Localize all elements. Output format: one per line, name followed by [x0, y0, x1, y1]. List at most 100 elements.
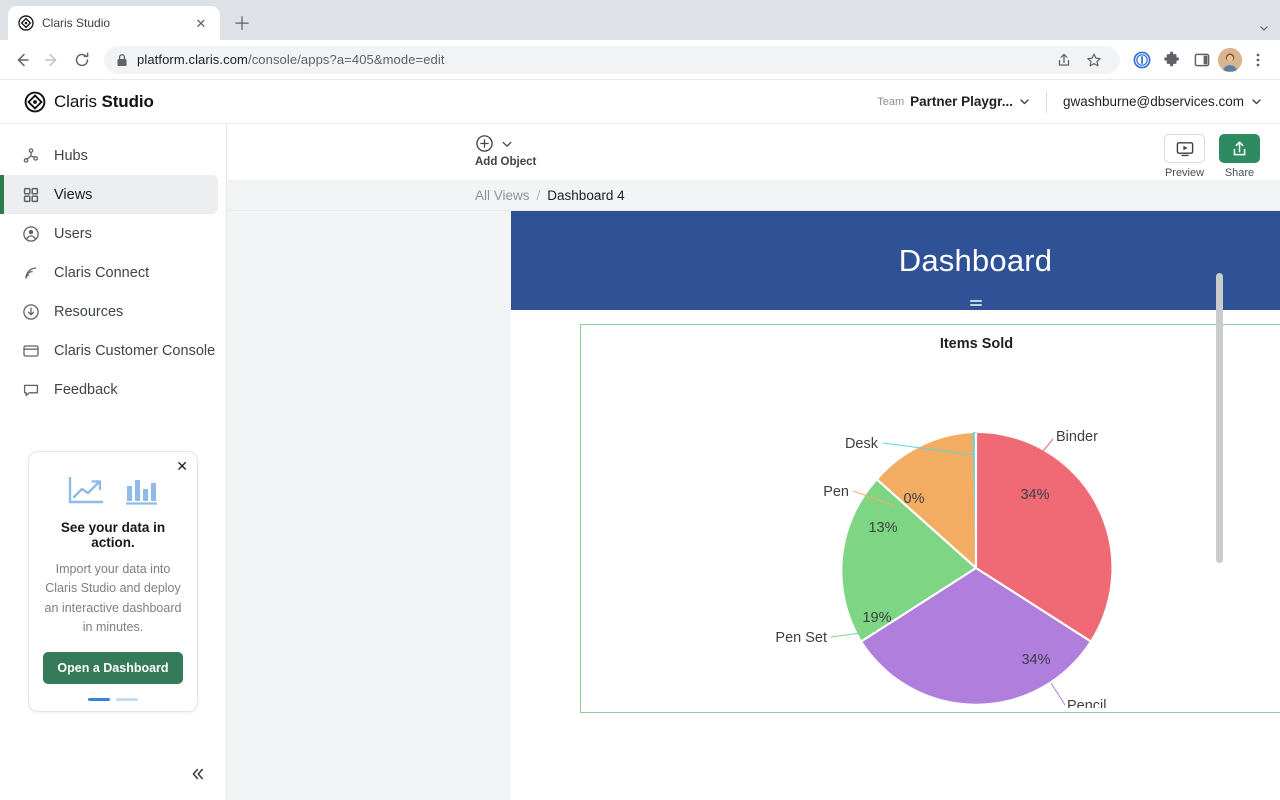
breadcrumb: All Views / Dashboard 4 — [227, 181, 1280, 211]
open-a-dashboard-button[interactable]: Open a Dashboard — [43, 651, 183, 684]
chart-title: Items Sold — [939, 336, 1014, 352]
side-panel-icon[interactable] — [1188, 46, 1216, 74]
sidebar-item-label: Hubs — [54, 147, 88, 164]
brand[interactable]: Claris Studio — [24, 91, 154, 113]
sidebar-item-feedback[interactable]: Feedback — [0, 370, 218, 409]
sidebar-item-label: Claris Customer Console — [54, 342, 216, 359]
object-toolbar: Add Object Preview Share — [227, 124, 1280, 181]
hubs-share-icon — [22, 147, 40, 165]
sidebar-item-claris-customer-console[interactable]: Claris Customer Console — [0, 331, 218, 370]
preview-button[interactable]: Preview — [1164, 134, 1205, 179]
sidebar-item-label: Users — [54, 225, 92, 242]
user-email: gwashburne@dbservices.com — [1062, 94, 1244, 109]
monitor-play-icon — [1164, 134, 1205, 163]
chart-card[interactable]: Items Sold Binder Desk Pen Pen Set Penci… — [580, 324, 1280, 713]
arrow-right-icon[interactable] — [38, 46, 66, 74]
dashboard-canvas: Dashboard Items Sold Binder Desk Pen Pen… — [511, 211, 1280, 800]
sidebar-item-label: Claris Connect — [54, 264, 150, 281]
divider — [1045, 90, 1047, 113]
sidebar-item-hubs[interactable]: Hubs — [0, 136, 218, 175]
sidebar-item-label: Views — [54, 186, 93, 203]
claris-logo-icon — [18, 15, 34, 31]
url-text: platform.claris.com/console/apps?a=405&m… — [137, 52, 445, 67]
team-label: Team — [877, 95, 905, 108]
dashboard-banner[interactable]: Dashboard — [511, 211, 1280, 310]
window-icon — [22, 342, 40, 360]
claris-studio-app: Claris Studio Team Partner Playgr... gwa… — [0, 80, 1280, 800]
plus-circle-icon[interactable] — [475, 134, 494, 153]
close-icon[interactable]: ✕ — [192, 14, 210, 32]
add-object-control[interactable]: Add Object — [475, 134, 536, 168]
bar-chart-icon — [124, 476, 158, 506]
rss-signal-icon — [22, 264, 40, 282]
sidebar-item-label: Resources — [54, 303, 124, 320]
sidebar-item-views[interactable]: Views — [0, 175, 218, 214]
password-manager-icon[interactable] — [1128, 46, 1156, 74]
three-dots-vertical-icon[interactable] — [1244, 46, 1272, 74]
chevron-down-icon[interactable] — [501, 138, 513, 150]
pie-value-binder: 34% — [1020, 487, 1049, 503]
promo-title: See your data in action. — [60, 520, 166, 550]
pie-value-pencil: 34% — [1021, 652, 1050, 668]
breadcrumb-all-views[interactable]: All Views — [475, 188, 530, 203]
leader-line-pencil — [1050, 682, 1066, 706]
user-avatar[interactable] — [1218, 47, 1242, 72]
pie-label-pencil: Pencil — [1067, 698, 1107, 708]
breadcrumb-separator: / — [536, 188, 541, 203]
add-object-label: Add Object — [475, 156, 537, 168]
team-selector[interactable]: Team Partner Playgr... — [877, 94, 1030, 109]
share-icon[interactable] — [1050, 46, 1078, 74]
close-icon[interactable]: ✕ — [176, 459, 188, 473]
sidebar-item-claris-connect[interactable]: Claris Connect — [0, 253, 218, 292]
sidebar-item-label: Feedback — [54, 381, 118, 398]
new-tab-button[interactable]: ＋ — [228, 9, 256, 37]
brand-text: Claris Studio — [54, 91, 154, 111]
star-icon[interactable] — [1080, 46, 1108, 74]
chevron-down-icon[interactable] — [1258, 22, 1270, 34]
canvas-scrollbar-thumb[interactable] — [1216, 273, 1223, 563]
pagination-dot-1[interactable] — [88, 697, 110, 701]
pie-label-binder: Binder — [1056, 429, 1098, 445]
team-name: Partner Playgr... — [910, 94, 1013, 109]
address-bar[interactable]: platform.claris.com/console/apps?a=405&m… — [104, 45, 1120, 74]
line-chart-arrow-icon — [68, 476, 106, 506]
share-label: Share — [1224, 167, 1255, 179]
chevron-down-icon — [1251, 96, 1262, 107]
share-button[interactable]: Share — [1219, 134, 1260, 179]
views-grid-icon — [22, 186, 40, 204]
promo-body: Import your data into Claris Studio and … — [44, 562, 182, 635]
breadcrumb-current: Dashboard 4 — [547, 188, 625, 203]
browser-toolbar: platform.claris.com/console/apps?a=405&m… — [0, 40, 1280, 80]
main-content: Add Object Preview Share All Views / Das… — [227, 124, 1280, 800]
extensions-puzzle-icon[interactable] — [1158, 46, 1186, 74]
download-circle-icon — [22, 303, 40, 321]
promo-card: ✕ See your data in action. Import your d… — [28, 451, 198, 712]
arrow-left-icon[interactable] — [8, 46, 36, 74]
pie-value-pen: 13% — [868, 520, 897, 536]
chevron-down-icon — [1019, 96, 1030, 107]
canvas-scroll-area[interactable]: Dashboard Items Sold Binder Desk Pen Pen… — [227, 211, 1280, 800]
tab-title: Claris Studio — [42, 16, 111, 30]
app-header: Claris Studio Team Partner Playgr... gwa… — [0, 80, 1280, 124]
pagination-dot-2[interactable] — [116, 697, 138, 701]
browser-window: Claris Studio ✕ ＋ platform.claris.com/co… — [0, 0, 1280, 800]
pie-chart[interactable]: Binder Desk Pen Pen Set Pencil 34% 34% 1… — [581, 363, 1280, 708]
resize-handle-icon[interactable] — [969, 300, 982, 306]
chart-card-header: Items Sold — [581, 325, 1280, 363]
banner-title: Dashboard — [898, 242, 1053, 278]
browser-tabstrip: Claris Studio ✕ ＋ — [0, 0, 1280, 40]
browser-tab[interactable]: Claris Studio ✕ — [8, 6, 220, 40]
pie-value-desk: 0% — [904, 491, 925, 507]
user-circle-icon — [22, 225, 40, 243]
preview-label: Preview — [1164, 167, 1205, 179]
reload-icon[interactable] — [68, 46, 96, 74]
user-menu[interactable]: gwashburne@dbservices.com — [1063, 94, 1262, 109]
pie-label-pen: Pen — [823, 484, 849, 500]
pie-value-pen-set: 19% — [862, 610, 891, 626]
upload-share-icon — [1219, 134, 1260, 163]
sidebar-item-resources[interactable]: Resources — [0, 292, 218, 331]
chevron-double-left-icon[interactable] — [186, 762, 210, 786]
pie-chart-svg: Binder Desk Pen Pen Set Pencil 34% 34% 1… — [775, 429, 1112, 708]
pie-label-desk: Desk — [845, 436, 879, 452]
sidebar-item-users[interactable]: Users — [0, 214, 218, 253]
